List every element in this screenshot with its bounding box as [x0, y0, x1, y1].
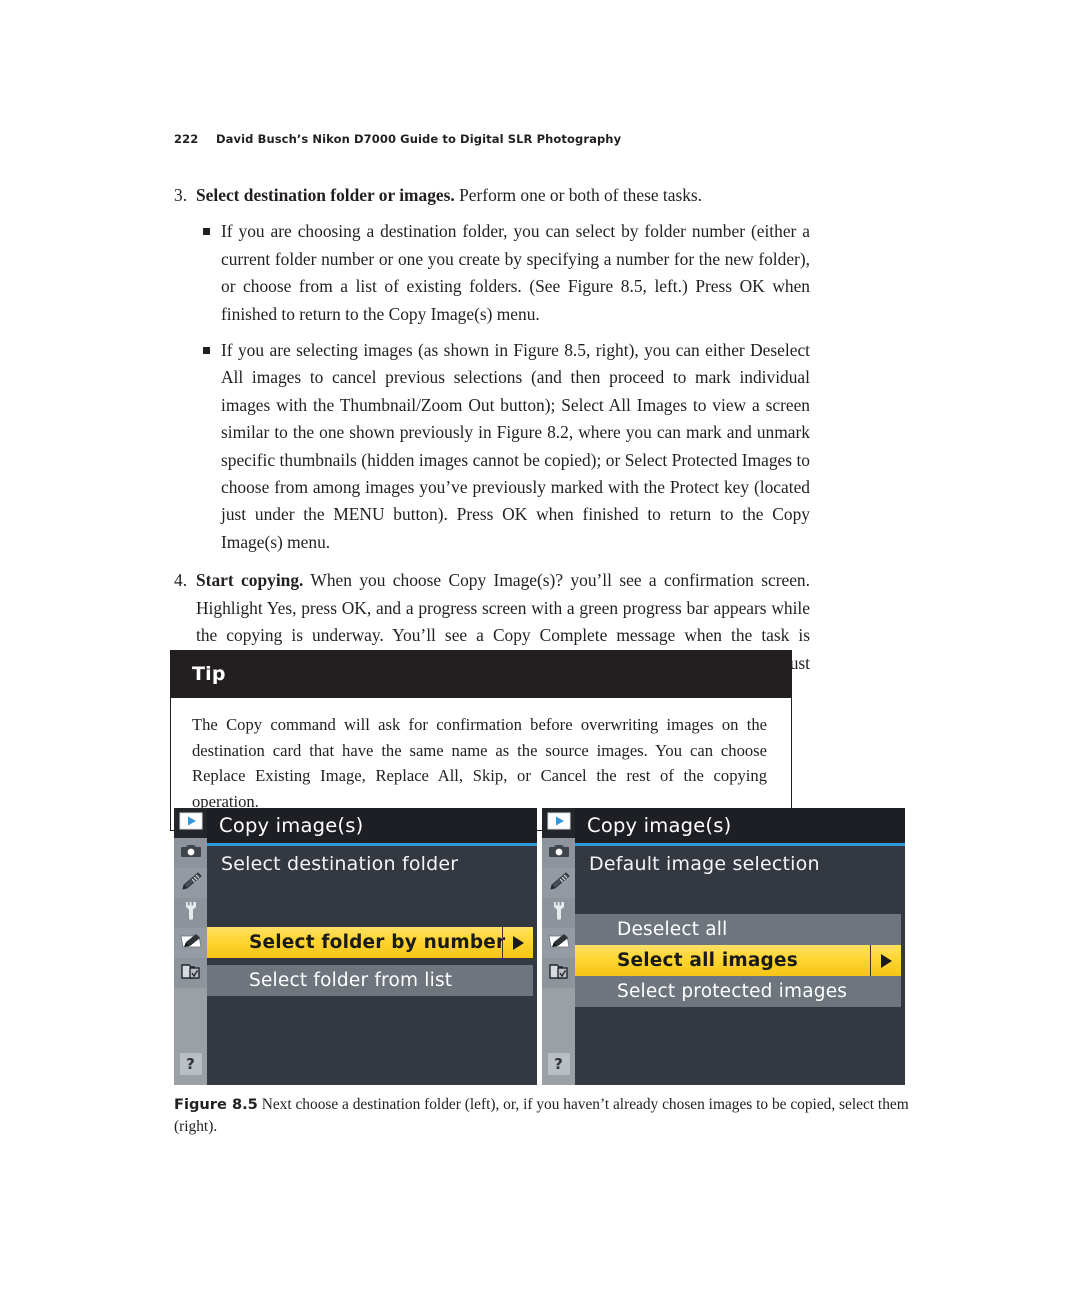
- setup-menu-wrench-icon: [548, 900, 570, 926]
- menu-option-label: Select folder from list: [249, 970, 453, 991]
- book-title: David Busch’s Nikon D7000 Guide to Digit…: [216, 132, 622, 146]
- sidebar-item-retouch-menu[interactable]: [542, 928, 575, 958]
- menu-option-select-protected-images[interactable]: Select protected images: [575, 976, 901, 1007]
- menu-option-deselect-all[interactable]: Deselect all: [575, 914, 901, 945]
- menu-titlebar: Copy image(s): [207, 808, 537, 843]
- step-number: 3.: [174, 185, 188, 205]
- step-lead: Select destination folder or images.: [196, 185, 455, 205]
- list-item: If you are choosing a destination folder…: [203, 218, 810, 328]
- menu-options-list: Select folder by number Select folder fr…: [207, 927, 533, 996]
- figure-8-5-image: ? Copy image(s) Select destination folde…: [174, 808, 906, 1085]
- tip-callout-box: Tip The Copy command will ask for confir…: [170, 650, 792, 831]
- menu-main-area: Copy image(s) Select destination folder …: [207, 808, 537, 1085]
- menu-option-select-all-images[interactable]: Select all images: [575, 945, 901, 976]
- camera-lcd-left: ? Copy image(s) Select destination folde…: [174, 808, 537, 1085]
- figure-caption: Figure 8.5 Next choose a destination fol…: [174, 1094, 910, 1138]
- sidebar-item-retouch-menu[interactable]: [174, 928, 207, 958]
- help-button[interactable]: ?: [547, 1053, 570, 1075]
- menu-subtitle: Default image selection: [589, 853, 820, 875]
- step-3-bullets: If you are choosing a destination folder…: [174, 218, 810, 556]
- custom-settings-pencil-icon: [179, 871, 203, 895]
- menu-subtitle: Select destination folder: [221, 853, 459, 875]
- menu-titlebar: Copy image(s): [575, 808, 905, 843]
- sidebar-item-setup-menu[interactable]: [542, 898, 575, 928]
- running-head: 222 David Busch’s Nikon D7000 Guide to D…: [174, 132, 621, 146]
- retouch-menu-brush-icon: [547, 931, 571, 955]
- sidebar-item-shooting-menu[interactable]: [174, 838, 207, 868]
- sidebar-item-playback[interactable]: [542, 808, 575, 838]
- menu-title: Copy image(s): [587, 814, 732, 837]
- camera-lcd-right: ? Copy image(s) Default image selection …: [542, 808, 905, 1085]
- figure-caption-label: Figure 8.5: [174, 1096, 258, 1113]
- figure-caption-text: Next choose a destination folder (left),…: [174, 1096, 909, 1135]
- setup-menu-wrench-icon: [180, 900, 202, 926]
- menu-option-label: Select protected images: [617, 981, 848, 1002]
- square-bullet-icon: [203, 337, 221, 355]
- menu-title: Copy image(s): [219, 814, 364, 837]
- sidebar-item-setup-menu[interactable]: [174, 898, 207, 928]
- numbered-step-3: 3. Select destination folder or images. …: [174, 182, 810, 209]
- document-page: 222 David Busch’s Nikon D7000 Guide to D…: [0, 0, 1080, 1292]
- page-number: 222: [174, 132, 199, 146]
- recent-settings-icon: [547, 960, 571, 986]
- step-body: Select destination folder or images. Per…: [196, 182, 810, 209]
- menu-options-list: Deselect all Select all images Select pr…: [575, 914, 901, 1007]
- custom-settings-pencil-icon: [547, 871, 571, 895]
- bullet-text: If you are choosing a destination folder…: [221, 221, 810, 324]
- tip-heading: Tip: [171, 651, 791, 698]
- retouch-menu-brush-icon: [179, 931, 203, 955]
- shooting-menu-camera-icon: [179, 842, 203, 864]
- body-column: 3. Select destination folder or images. …: [174, 182, 810, 706]
- sidebar-item-recent-settings[interactable]: [174, 958, 207, 988]
- menu-row-spacer: [207, 958, 533, 965]
- playback-icon: [547, 812, 571, 834]
- menu-sidebar: ?: [542, 808, 575, 1085]
- sidebar-item-playback[interactable]: [174, 808, 207, 838]
- list-item: If you are selecting images (as shown in…: [203, 337, 810, 556]
- sidebar-item-shooting-menu[interactable]: [542, 838, 575, 868]
- sidebar-item-custom-settings[interactable]: [174, 868, 207, 898]
- square-bullet-icon: [203, 218, 221, 236]
- menu-sidebar: ?: [174, 808, 207, 1085]
- sidebar-item-recent-settings[interactable]: [542, 958, 575, 988]
- menu-main-area: Copy image(s) Default image selection De…: [575, 808, 905, 1085]
- sidebar-item-custom-settings[interactable]: [542, 868, 575, 898]
- menu-option-label: Select folder by number: [249, 932, 506, 953]
- menu-option-label: Deselect all: [617, 919, 728, 940]
- bullet-text: If you are selecting images (as shown in…: [221, 340, 810, 552]
- step-text: Perform one or both of these tasks.: [454, 185, 703, 205]
- menu-option-select-folder-by-number[interactable]: Select folder by number: [207, 927, 533, 958]
- submenu-arrow-icon[interactable]: [870, 945, 901, 976]
- step-number: 4.: [174, 570, 188, 591]
- menu-option-select-folder-from-list[interactable]: Select folder from list: [207, 965, 533, 996]
- shooting-menu-camera-icon: [547, 842, 571, 864]
- step-lead: Start copying.: [196, 570, 304, 591]
- recent-settings-icon: [179, 960, 203, 986]
- menu-option-label: Select all images: [617, 950, 798, 971]
- submenu-arrow-icon[interactable]: [502, 927, 533, 958]
- help-button[interactable]: ?: [179, 1053, 202, 1075]
- playback-icon: [179, 812, 203, 834]
